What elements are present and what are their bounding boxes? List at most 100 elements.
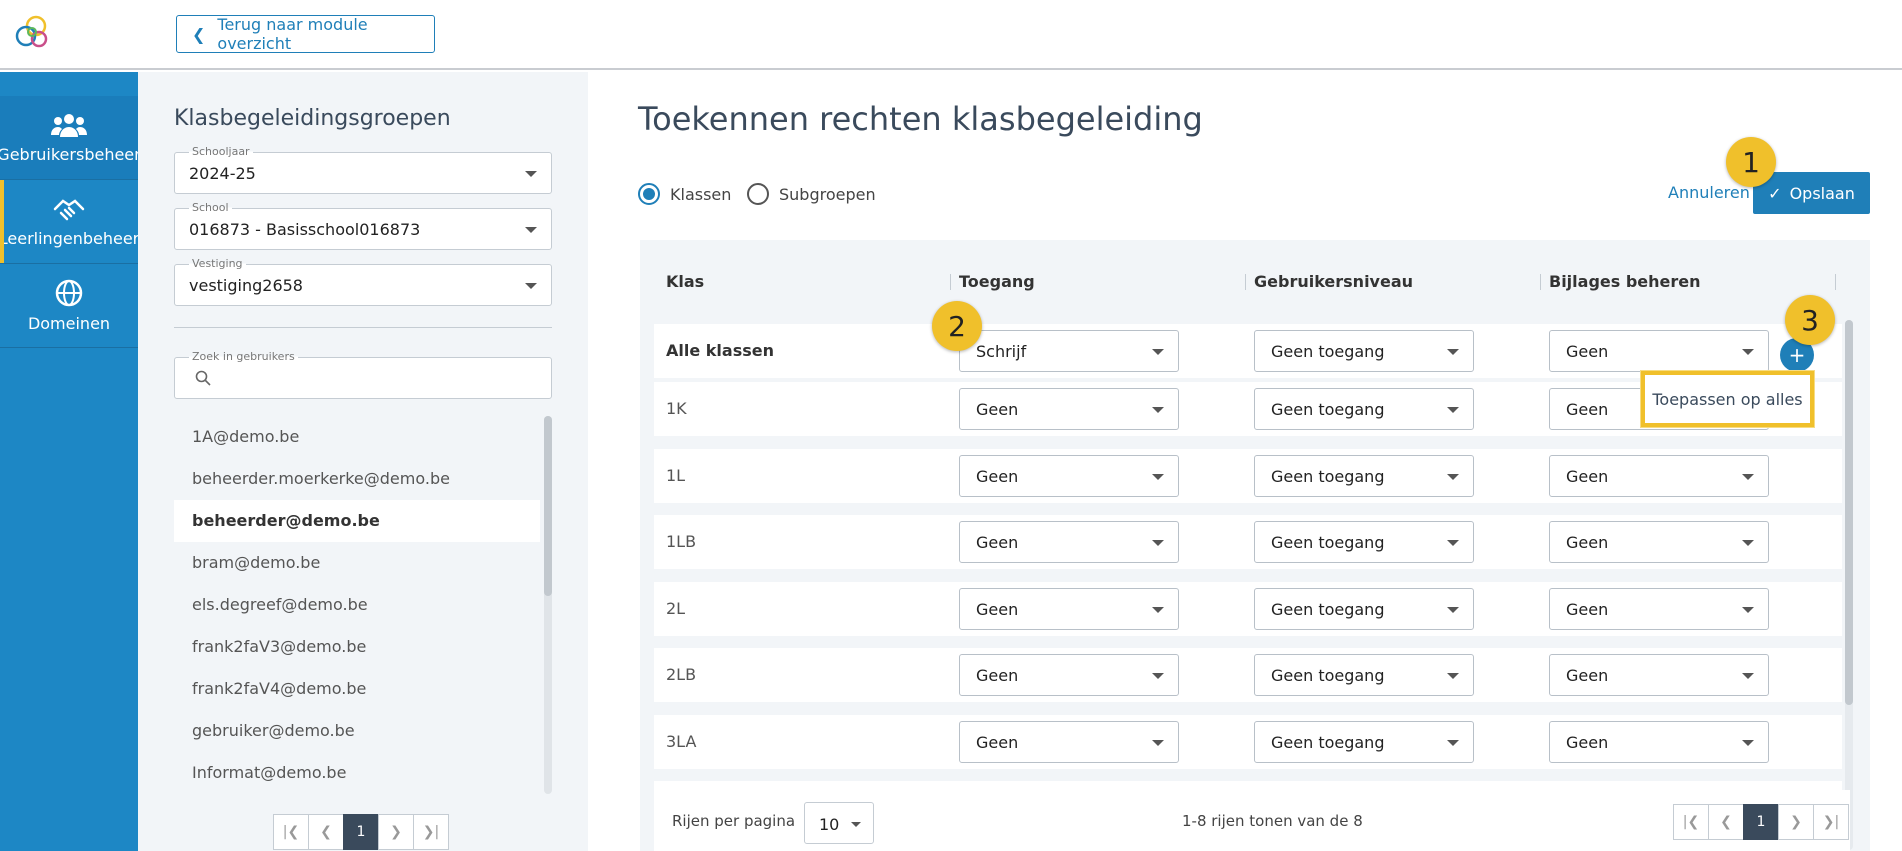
field-label: Zoek in gebruikers xyxy=(189,350,298,363)
select-value: Geen xyxy=(976,666,1019,685)
globe-icon xyxy=(55,279,83,307)
prev-page-button[interactable]: ❮ xyxy=(308,814,344,850)
user-list-item[interactable]: els.degreef@demo.be xyxy=(174,584,540,626)
nav-item-gebruikersbeheer[interactable]: Gebruikersbeheer xyxy=(0,96,141,180)
select-value: Geen toegang xyxy=(1271,733,1385,752)
search-icon xyxy=(195,370,211,386)
rows-per-page-select[interactable]: 10 xyxy=(804,802,874,844)
select-value: Geen toegang xyxy=(1271,533,1385,552)
caret-down-icon xyxy=(1152,740,1164,746)
niveau-select[interactable]: Geen toegang xyxy=(1254,330,1474,372)
scrollbar-thumb[interactable] xyxy=(1845,320,1853,705)
column-header-klas: Klas xyxy=(666,272,705,291)
user-list-item[interactable]: gebruiker@demo.be xyxy=(174,710,540,752)
table-row-all: Alle klassen Schrijf Geen toegang Geen xyxy=(654,324,1842,378)
user-list-scrollbar[interactable] xyxy=(544,416,552,794)
back-to-modules-button[interactable]: ❮ Terug naar module overzicht xyxy=(176,15,435,53)
page-button[interactable]: 1 xyxy=(1743,804,1779,840)
user-list-item[interactable]: Informat@demo.be xyxy=(174,752,540,794)
niveau-select[interactable]: Geen toegang xyxy=(1254,721,1474,763)
select-value: Geen toegang xyxy=(1271,400,1385,419)
save-button[interactable]: ✓ Opslaan xyxy=(1753,172,1870,214)
user-list-item[interactable]: frank2faV3@demo.be xyxy=(174,626,540,668)
radio-subgroepen[interactable]: Subgroepen xyxy=(747,183,876,205)
select-value: Geen xyxy=(1566,533,1609,552)
bijlages-select[interactable]: Geen xyxy=(1549,521,1769,563)
table-pagination: |❮ ❮ 1 ❯ ❯| xyxy=(1673,804,1849,840)
user-list-pagination: |❮ ❮ 1 ❯ ❯| xyxy=(273,814,449,850)
first-page-button[interactable]: |❮ xyxy=(273,814,309,850)
caret-down-icon xyxy=(525,283,537,289)
next-page-button[interactable]: ❯ xyxy=(1778,804,1814,840)
toegang-select[interactable]: Schrijf xyxy=(959,330,1179,372)
user-list: 1A@demo.be beheerder.moerkerke@demo.be b… xyxy=(174,416,540,794)
toegang-select[interactable]: Geen xyxy=(959,455,1179,497)
schooljaar-select[interactable]: Schooljaar 2024-25 xyxy=(174,145,552,194)
main-navigation: Gebruikersbeheer Leerlingenbeheer Domein… xyxy=(0,72,141,851)
rows-per-page-label: Rijen per pagina xyxy=(672,812,796,830)
row-range-text: 1-8 rijen tonen van de 8 xyxy=(1182,812,1363,830)
page-button[interactable]: 1 xyxy=(343,814,379,850)
select-value: Geen xyxy=(1566,400,1609,419)
table-scrollbar[interactable] xyxy=(1845,320,1853,850)
last-page-button[interactable]: ❯| xyxy=(413,814,449,850)
user-list-item[interactable]: beheerder.moerkerke@demo.be xyxy=(174,458,540,500)
caret-down-icon xyxy=(1447,407,1459,413)
first-page-button[interactable]: |❮ xyxy=(1673,804,1709,840)
niveau-select[interactable]: Geen toegang xyxy=(1254,388,1474,430)
toegang-select[interactable]: Geen xyxy=(959,721,1179,763)
caret-down-icon xyxy=(1447,607,1459,613)
bijlages-select[interactable]: Geen xyxy=(1549,654,1769,696)
bijlages-select[interactable]: Geen xyxy=(1549,588,1769,630)
caret-down-icon xyxy=(1152,673,1164,679)
bijlages-select[interactable]: Geen xyxy=(1549,455,1769,497)
klas-cell: 2LB xyxy=(666,665,697,684)
bijlages-select[interactable]: Geen xyxy=(1549,330,1769,372)
radio-klassen[interactable]: Klassen xyxy=(638,183,731,205)
users-icon xyxy=(51,114,87,137)
user-list-item[interactable]: 1A@demo.be xyxy=(174,416,540,458)
toegang-select[interactable]: Geen xyxy=(959,654,1179,696)
rights-table: Klas Toegang Gebruikersniveau Bijlages b… xyxy=(640,240,1870,851)
divider xyxy=(174,327,552,328)
check-icon: ✓ xyxy=(1768,183,1782,203)
table-row: 3LA Geen Geen toegang Geen xyxy=(654,715,1842,769)
group-sidebar: Klasbegeleidingsgroepen Schooljaar 2024-… xyxy=(138,72,588,851)
klas-cell: 1LB xyxy=(666,532,697,551)
caret-down-icon xyxy=(1447,540,1459,546)
toegang-select[interactable]: Geen xyxy=(959,388,1179,430)
user-list-item-selected[interactable]: beheerder@demo.be xyxy=(174,500,540,542)
niveau-select[interactable]: Geen toegang xyxy=(1254,521,1474,563)
cancel-button[interactable]: Annuleren xyxy=(1668,183,1750,202)
bijlages-select[interactable]: Geen xyxy=(1549,721,1769,763)
apply-to-all-menu-item[interactable]: Toepassen op alles xyxy=(1641,371,1814,427)
caret-down-icon xyxy=(1447,474,1459,480)
column-divider xyxy=(1540,274,1541,290)
nav-item-leerlingenbeheer[interactable]: Leerlingenbeheer xyxy=(0,180,139,264)
next-page-button[interactable]: ❯ xyxy=(378,814,414,850)
table-header: Klas Toegang Gebruikersniveau Bijlages b… xyxy=(654,254,1850,310)
toegang-select[interactable]: Geen xyxy=(959,588,1179,630)
nav-item-domeinen[interactable]: Domeinen xyxy=(0,264,138,348)
caret-down-icon xyxy=(1152,474,1164,480)
user-list-item[interactable]: frank2faV4@demo.be xyxy=(174,668,540,710)
chevron-left-icon: ❮ xyxy=(192,24,206,44)
school-select[interactable]: School 016873 - Basisschool016873 xyxy=(174,201,552,250)
klas-cell: 2L xyxy=(666,599,686,618)
user-search-input[interactable]: Zoek in gebruikers xyxy=(174,350,552,399)
app-logo-icon[interactable] xyxy=(14,14,52,52)
table-row: 2LB Geen Geen toegang Geen xyxy=(654,648,1842,702)
niveau-select[interactable]: Geen toegang xyxy=(1254,455,1474,497)
niveau-select[interactable]: Geen toegang xyxy=(1254,654,1474,696)
vestiging-select[interactable]: Vestiging vestiging2658 xyxy=(174,257,552,306)
user-list-item[interactable]: bram@demo.be xyxy=(174,542,540,584)
niveau-select[interactable]: Geen toegang xyxy=(1254,588,1474,630)
toegang-select[interactable]: Geen xyxy=(959,521,1179,563)
nav-label: Domeinen xyxy=(27,314,111,333)
radio-label: Subgroepen xyxy=(779,184,876,204)
prev-page-button[interactable]: ❮ xyxy=(1708,804,1744,840)
select-value: Geen xyxy=(1566,600,1609,619)
last-page-button[interactable]: ❯| xyxy=(1813,804,1849,840)
scrollbar-thumb[interactable] xyxy=(544,416,552,596)
column-divider xyxy=(1835,274,1836,290)
